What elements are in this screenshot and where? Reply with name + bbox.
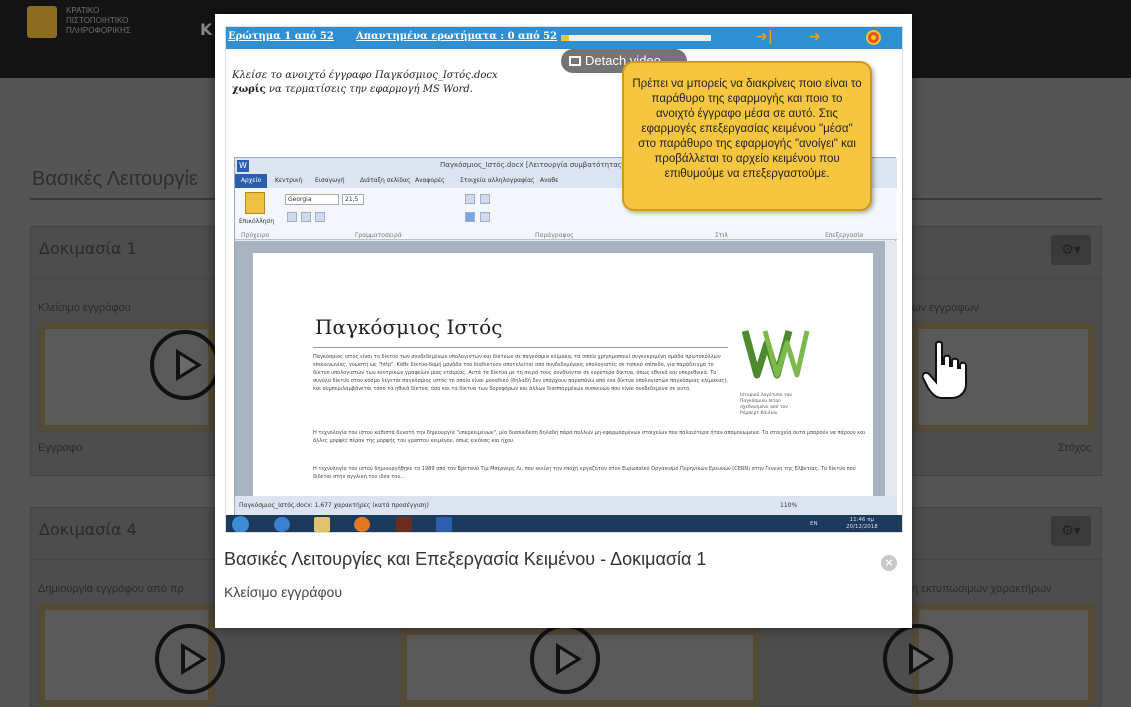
video-modal: Ερώτημα 1 από 52 Απαντημένα ερωτήματα : … bbox=[215, 14, 912, 628]
word-tab: Αναφορές bbox=[415, 177, 445, 184]
word-tab: Διάταξη σελίδας bbox=[360, 177, 411, 184]
ribbon-group-label: Παράγραφος bbox=[535, 232, 574, 239]
instruction-document-name: Παγκόσμιος_Ιστός.docx bbox=[374, 70, 498, 81]
align-left-icon bbox=[465, 212, 475, 222]
word-taskbar-icon bbox=[436, 517, 452, 532]
hand-pointer-icon bbox=[922, 340, 967, 399]
numbering-icon bbox=[480, 194, 490, 204]
word-tab: Εισαγωγή bbox=[315, 177, 345, 184]
zoom-level: 110% bbox=[780, 502, 798, 509]
task-instruction: Κλείσε το ανοιχτό έγγραφο Παγκόσμιος_Ιστ… bbox=[232, 69, 532, 97]
document-heading: Παγκόσμιος Ιστός bbox=[315, 315, 503, 339]
card-label[interactable]: ων εγγραφων bbox=[912, 302, 979, 314]
stop-icon[interactable] bbox=[866, 30, 881, 45]
site-logo-icon[interactable] bbox=[27, 6, 57, 38]
card-label[interactable]: η εκτυπώσιμων χαρακτήρων bbox=[912, 583, 1051, 595]
paste-icon bbox=[245, 192, 265, 214]
hint-tooltip: Πρέπει να μπορείς να διακρίνεις ποιο είν… bbox=[622, 61, 872, 211]
video-player[interactable]: Ερώτημα 1 από 52 Απαντημένα ερωτήματα : … bbox=[225, 26, 903, 533]
word-title: Παγκόσμιος_Ιστός.docx [Λειτουργία συμβατ… bbox=[440, 161, 630, 169]
windows-taskbar: EN 11:46 πμ 20/12/2018 bbox=[226, 515, 902, 532]
document-page: Παγκόσμιος Ιστός Παγκόσμιος ιστός είναι … bbox=[253, 253, 873, 496]
logo-line: ΠΛΗΡΟΦΟΡΙΚΗΣ bbox=[66, 26, 131, 35]
word-tab: Κεντρική bbox=[275, 177, 303, 184]
modal-title: Βασικές Λειτουργίες και Επεξεργασία Κειμ… bbox=[224, 549, 707, 569]
question-counter: Ερώτημα 1 από 52 bbox=[228, 31, 334, 42]
paste-label: Επικόλληση bbox=[239, 218, 275, 225]
play-icon[interactable] bbox=[883, 624, 953, 694]
quiz-bar: Ερώτημα 1 από 52 Απαντημένα ερωτήματα : … bbox=[226, 27, 902, 49]
skip-icon[interactable]: ➜| bbox=[756, 29, 773, 45]
document-paragraph: Παγκόσμιος ιστός είναι το δίκτυο των συν… bbox=[313, 354, 728, 392]
card-label[interactable]: Δημιουργία εγγράφου από πρ bbox=[38, 583, 184, 595]
ribbon-group-label: Στιλ bbox=[715, 232, 728, 239]
ribbon-group-label: Επεξεργασία bbox=[825, 232, 864, 239]
instruction-text: Κλείσε το ανοιχτό έγγραφο bbox=[232, 70, 372, 81]
www-logo-icon bbox=[741, 330, 810, 379]
logo-line: ΠΙΣΤΟΠΟΙΗΤΙΚΟ bbox=[66, 16, 129, 25]
instruction-text: να τερματίσεις την εφαρμογή MS Word. bbox=[268, 84, 473, 95]
logo-line: ΚΡΑΤΙΚΟ bbox=[66, 6, 100, 15]
media-player-icon bbox=[354, 517, 370, 532]
underline-icon bbox=[315, 212, 325, 222]
play-icon[interactable] bbox=[530, 624, 600, 694]
answered-counter: Απαντημένα ερωτήματα : 0 από 52 bbox=[356, 31, 558, 42]
bold-icon bbox=[287, 212, 297, 222]
instruction-emphasis: χωρίς bbox=[232, 84, 266, 95]
close-icon[interactable]: × bbox=[881, 555, 897, 571]
taskbar-clock: 11:46 πμ 20/12/2018 bbox=[846, 517, 878, 531]
word-app-icon: W bbox=[237, 160, 249, 172]
next-arrow-icon[interactable]: ➜ bbox=[809, 29, 821, 45]
play-icon[interactable] bbox=[150, 330, 220, 400]
font-name-box: Georgia bbox=[285, 194, 339, 205]
panel-title: Δοκιμασία 4 bbox=[39, 520, 137, 539]
card-label: Εγγραφο bbox=[38, 442, 83, 454]
panel-title: Δοκιμασία 1 bbox=[39, 239, 137, 258]
card-label: Στόχος bbox=[1058, 442, 1092, 454]
logo-caption: Ιστορικό λογότυπο του Παγκόσμιου Ιστού σ… bbox=[740, 393, 792, 416]
explorer-icon bbox=[314, 517, 330, 532]
app-icon bbox=[396, 517, 412, 532]
gear-dropdown-button[interactable]: ⚙▾ bbox=[1051, 235, 1091, 265]
heading-rule bbox=[313, 347, 728, 348]
site-logo-text: ΚΡΑΤΙΚΟ ΠΙΣΤΟΠΟΙΗΤΙΚΟ ΠΛΗΡΟΦΟΡΙΚΗΣ bbox=[66, 6, 131, 36]
word-status-bar: Παγκόσμιος_Ιστός.docx: 1.677 χαρακτήρες … bbox=[235, 496, 897, 516]
italic-icon bbox=[301, 212, 311, 222]
word-vertical-scrollbar bbox=[885, 241, 897, 496]
align-center-icon bbox=[480, 212, 490, 222]
play-icon[interactable] bbox=[155, 624, 225, 694]
card-label[interactable]: Κλείσιμο εγγράφου bbox=[38, 302, 131, 314]
ie-icon bbox=[274, 517, 290, 532]
page-title: Βασικές Λειτουργίε bbox=[32, 168, 198, 190]
detach-window-icon bbox=[569, 56, 581, 66]
bullets-icon bbox=[465, 194, 475, 204]
gear-dropdown-button[interactable]: ⚙▾ bbox=[1051, 516, 1091, 546]
word-tab: Αναθε bbox=[540, 177, 559, 184]
document-paragraph: Η τεχνολογία του ιστού δημιουργήθηκε το … bbox=[313, 466, 856, 480]
word-tab-file: Αρχείο bbox=[235, 174, 267, 188]
word-document-area: Παγκόσμιος Ιστός Παγκόσμιος ιστός είναι … bbox=[235, 241, 885, 496]
clock-time: 11:46 πμ bbox=[849, 517, 875, 523]
font-size-box: 21,5 bbox=[342, 194, 364, 205]
clock-date: 20/12/2018 bbox=[846, 524, 878, 530]
ribbon-group-label: Πρόχειρο bbox=[241, 232, 270, 239]
quiz-progress-fill bbox=[561, 35, 569, 41]
word-tab: Στοιχεία αλληλογραφίας bbox=[460, 177, 535, 184]
modal-subtitle: Κλείσιμο εγγράφου bbox=[224, 584, 343, 600]
document-paragraph: Η τεχνολογία του ιστού καθιστά δυνατή τη… bbox=[313, 430, 866, 444]
header-title-fragment: Κ bbox=[200, 20, 213, 39]
language-indicator: EN bbox=[810, 521, 818, 527]
status-text: Παγκόσμιος_Ιστός.docx: 1.677 χαρακτήρες … bbox=[239, 502, 429, 509]
windows-start-icon bbox=[232, 516, 249, 532]
ribbon-group-label: Γραμματοσειρά bbox=[355, 232, 402, 239]
quiz-progress-bar bbox=[561, 35, 711, 41]
